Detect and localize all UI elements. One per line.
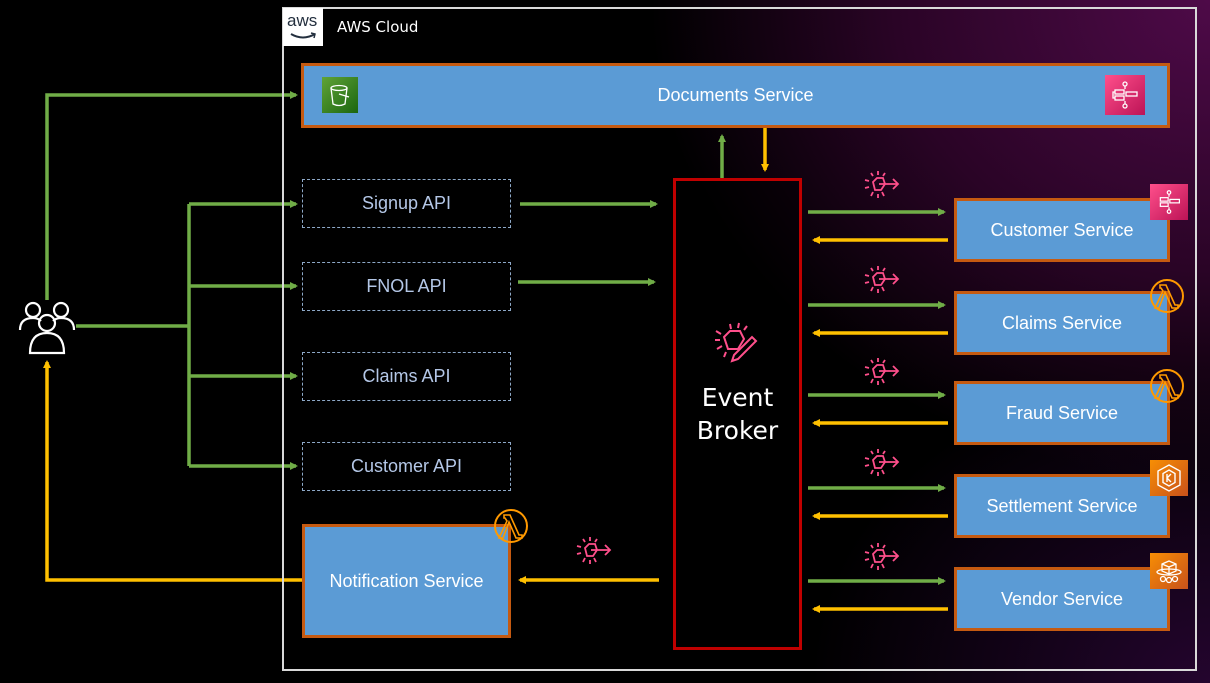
claims-api[interactable]: Claims API — [302, 352, 511, 401]
event-broker[interactable]: Event Broker — [673, 178, 802, 650]
fraud-service[interactable]: Fraud Service — [954, 381, 1170, 445]
event-broker-line1: Event — [701, 383, 774, 412]
eventbridge-icon — [715, 322, 758, 363]
vendor-service-label: Vendor Service — [1000, 588, 1124, 609]
lambda-icon — [492, 507, 530, 545]
settlement-service[interactable]: Settlement Service — [954, 474, 1170, 538]
fnol-api-label: FNOL API — [366, 276, 447, 296]
customer-service-label: Customer Service — [990, 219, 1134, 240]
step-functions-icon — [1105, 75, 1145, 115]
event-rule-icon — [864, 448, 904, 485]
lambda-icon — [1148, 367, 1186, 405]
aws-logo-text: aws — [287, 11, 318, 30]
ecs-fargate-icon — [1150, 553, 1188, 589]
event-rule-icon — [864, 265, 904, 302]
fnol-api[interactable]: FNOL API — [302, 262, 511, 311]
aws-smile-icon — [290, 32, 316, 39]
settlement-service-label: Settlement Service — [986, 495, 1138, 516]
claims-service-label: Claims Service — [1001, 312, 1123, 333]
cloud-title: AWS Cloud — [337, 18, 419, 36]
event-broker-line2: Broker — [696, 416, 779, 445]
event-rule-icon — [576, 536, 616, 573]
signup-api-label: Signup API — [361, 193, 452, 213]
event-rule-icon — [864, 542, 904, 579]
customer-api-label: Customer API — [350, 456, 463, 476]
eks-icon — [1150, 460, 1188, 496]
event-rule-icon — [864, 357, 904, 394]
s3-bucket-icon — [322, 77, 358, 113]
users-group-icon — [18, 301, 76, 355]
notification-service[interactable]: Notification Service — [302, 524, 511, 638]
customer-api[interactable]: Customer API — [302, 442, 511, 491]
signup-api[interactable]: Signup API — [302, 179, 511, 228]
event-broker-label: Event Broker — [676, 381, 799, 447]
customer-service[interactable]: Customer Service — [954, 198, 1170, 262]
notification-service-label: Notification Service — [329, 570, 484, 591]
arrow-notification-to-users — [43, 360, 302, 582]
claims-api-label: Claims API — [362, 366, 451, 386]
arrow-users-to-documents — [45, 91, 298, 300]
step-functions-icon — [1150, 184, 1188, 220]
claims-service[interactable]: Claims Service — [954, 291, 1170, 355]
vendor-service[interactable]: Vendor Service — [954, 567, 1170, 631]
lambda-icon — [1148, 277, 1186, 315]
documents-service-label: Documents Service — [657, 85, 814, 105]
aws-logo-icon: aws — [283, 8, 323, 46]
documents-service[interactable]: Documents Service — [301, 63, 1170, 128]
event-rule-icon — [864, 170, 904, 207]
fraud-service-label: Fraud Service — [1005, 402, 1119, 423]
